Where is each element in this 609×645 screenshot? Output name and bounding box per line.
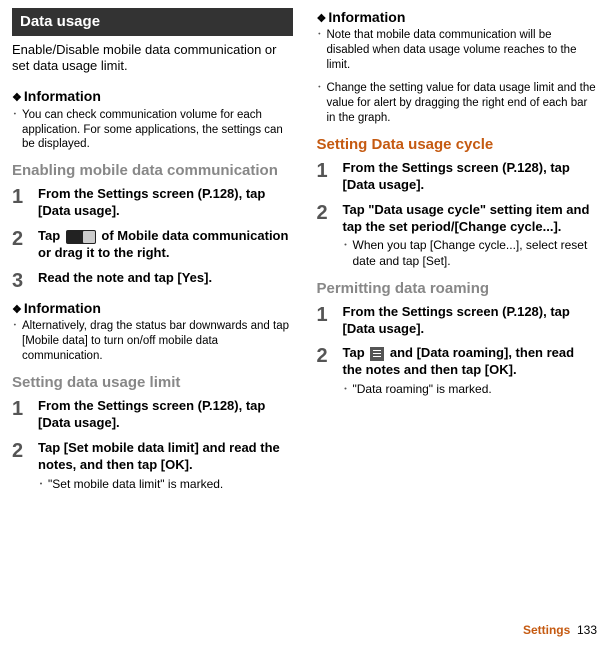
section-banner: Data usage	[12, 8, 293, 36]
info-bullet: ･ Note that mobile data communication wi…	[317, 28, 598, 73]
step-main: Tap [Set mobile data limit] and read the…	[38, 440, 280, 472]
bullet-icon: ･	[317, 81, 327, 126]
step-text-a: Tap	[38, 228, 64, 243]
bullet-text: Alternatively, drag the status bar downw…	[22, 319, 293, 364]
step-sub-text: "Set mobile data limit" is marked.	[48, 477, 223, 493]
footer-section-label: Settings	[523, 623, 570, 637]
step-number: 1	[317, 160, 343, 194]
bullet-text: Note that mobile data communication will…	[327, 28, 598, 73]
intro-text: Enable/Disable mobile data communication…	[12, 42, 293, 76]
menu-icon	[370, 347, 384, 361]
step-row: 1 From the Settings screen (P.128), tap …	[12, 398, 293, 432]
information-heading: ❖Information	[317, 8, 598, 26]
step-number: 1	[12, 398, 38, 432]
toggle-on-icon	[66, 230, 96, 244]
step-text: From the Settings screen (P.128), tap [D…	[38, 186, 293, 220]
info-head-text: Information	[24, 300, 101, 316]
step-text: From the Settings screen (P.128), tap [D…	[343, 160, 598, 194]
step-number: 1	[317, 304, 343, 338]
step-row: 1 From the Settings screen (P.128), tap …	[317, 160, 598, 194]
bullet-text: Change the setting value for data usage …	[327, 81, 598, 126]
step-sub: ･ "Set mobile data limit" is marked.	[38, 477, 293, 493]
left-column: Data usage Enable/Disable mobile data co…	[0, 0, 305, 645]
step-text: Tap [Set mobile data limit] and read the…	[38, 440, 293, 492]
step-text: From the Settings screen (P.128), tap [D…	[343, 304, 598, 338]
bullet-icon: ･	[317, 28, 327, 73]
step-number: 2	[12, 228, 38, 262]
bullet-icon: ･	[12, 108, 22, 153]
info-bullet: ･ Change the setting value for data usag…	[317, 81, 598, 126]
info-bullet: ･ You can check communication volume for…	[12, 108, 293, 153]
step-text: Tap and [Data roaming], then read the no…	[343, 345, 598, 397]
info-head-text: Information	[328, 9, 405, 25]
bullet-icon: ･	[343, 238, 353, 269]
bullet-icon: ･	[38, 477, 48, 493]
step-row: 2 Tap and [Data roaming], then read the …	[317, 345, 598, 397]
subheading: Permitting data roaming	[317, 280, 598, 298]
bullet-icon: ･	[343, 382, 353, 398]
diamond-icon: ❖	[12, 304, 22, 316]
step-row: 2 Tap "Data usage cycle" setting item an…	[317, 202, 598, 270]
step-sub-text: When you tap [Change cycle...], select r…	[353, 238, 598, 269]
step-text: Read the note and tap [Yes].	[38, 270, 293, 291]
info-head-text: Information	[24, 88, 101, 104]
diamond-icon: ❖	[12, 92, 22, 104]
step-row: 1 From the Settings screen (P.128), tap …	[12, 186, 293, 220]
step-number: 3	[12, 270, 38, 291]
step-text: Tap "Data usage cycle" setting item and …	[343, 202, 598, 270]
page-footer: Settings 133	[523, 623, 597, 639]
step-sub: ･ When you tap [Change cycle...], select…	[343, 238, 598, 269]
step-text: From the Settings screen (P.128), tap [D…	[38, 398, 293, 432]
bullet-text: You can check communication volume for e…	[22, 108, 293, 153]
page-number: 133	[577, 623, 597, 637]
step-row: 3 Read the note and tap [Yes].	[12, 270, 293, 291]
right-column: ❖Information ･ Note that mobile data com…	[305, 0, 609, 645]
bullet-icon: ･	[12, 319, 22, 364]
step-row: 1 From the Settings screen (P.128), tap …	[317, 304, 598, 338]
diamond-icon: ❖	[317, 13, 327, 25]
info-bullet: ･ Alternatively, drag the status bar dow…	[12, 319, 293, 364]
step-number: 2	[317, 345, 343, 397]
information-heading: ❖Information	[12, 299, 293, 317]
step-main: Tap "Data usage cycle" setting item and …	[343, 202, 590, 234]
subheading: Setting data usage limit	[12, 374, 293, 392]
information-heading: ❖Information	[12, 87, 293, 105]
step-text: Tap of Mobile data communication or drag…	[38, 228, 293, 262]
subheading: Setting Data usage cycle	[317, 136, 598, 154]
step-row: 2 Tap [Set mobile data limit] and read t…	[12, 440, 293, 492]
step-sub-text: "Data roaming" is marked.	[353, 382, 492, 398]
step-number: 2	[317, 202, 343, 270]
step-row: 2 Tap of Mobile data communication or dr…	[12, 228, 293, 262]
step-sub: ･ "Data roaming" is marked.	[343, 382, 598, 398]
step-number: 1	[12, 186, 38, 220]
step-number: 2	[12, 440, 38, 492]
subheading: Enabling mobile data communication	[12, 162, 293, 180]
step-text-a: Tap	[343, 345, 369, 360]
